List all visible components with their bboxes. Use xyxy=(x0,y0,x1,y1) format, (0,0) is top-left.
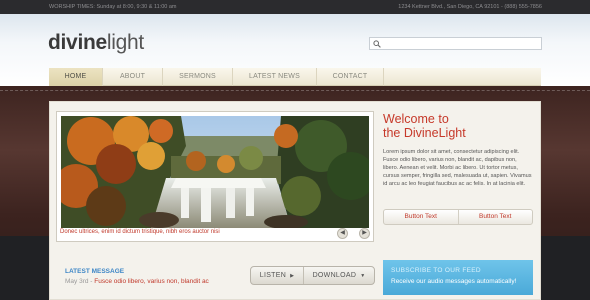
site-logo[interactable]: divinelight xyxy=(48,31,144,55)
welcome-button-1[interactable]: Button Text xyxy=(384,210,458,224)
audio-actions: LISTEN ▶ DOWNLOAD ▼ xyxy=(250,266,375,285)
download-button[interactable]: DOWNLOAD ▼ xyxy=(303,267,374,284)
latest-message-line: May 3rd - Fusce odio libero, varius non,… xyxy=(65,278,209,285)
slider-next-button[interactable]: ▶ xyxy=(359,228,370,239)
nav-latest-news[interactable]: LATEST NEWS xyxy=(233,68,317,86)
nav-home[interactable]: HOME xyxy=(49,68,103,86)
main-nav: HOME ABOUT SERMONS LATEST NEWS CONTACT xyxy=(49,68,541,86)
download-label: DOWNLOAD xyxy=(312,272,357,279)
latest-message-title: LATEST MESSAGE xyxy=(65,268,125,275)
listen-label: LISTEN xyxy=(259,272,287,279)
welcome-body: Lorem ipsum dolor sit amet, consectetur … xyxy=(383,149,532,188)
subscribe-subtitle: Receive our audio messages automatically… xyxy=(391,278,517,285)
listen-button[interactable]: LISTEN ▶ xyxy=(251,267,303,284)
chevron-down-icon: ▼ xyxy=(360,273,366,279)
chevron-right-icon: ▶ xyxy=(362,230,367,236)
logo-light-text: light xyxy=(106,31,144,54)
welcome-title-line2: the DivineLight xyxy=(383,126,466,140)
logo-bold-text: divine xyxy=(48,31,107,54)
welcome-button-group: Button Text Button Text xyxy=(383,209,533,225)
play-icon: ▶ xyxy=(290,273,295,279)
search-icon xyxy=(373,40,381,48)
latest-message-date: May 3rd - xyxy=(65,278,95,285)
welcome-title-line1: Welcome to xyxy=(383,112,449,126)
subscribe-feed-box[interactable]: SUBSCRIBE TO OUR FEED Receive our audio … xyxy=(383,260,533,295)
welcome-title: Welcome to the DivineLight xyxy=(383,112,533,140)
worship-times: WORSHIP TIMES: Sunday at 8:00, 9:30 & 11… xyxy=(49,4,177,10)
top-info-bar: WORSHIP TIMES: Sunday at 8:00, 9:30 & 11… xyxy=(0,0,590,14)
image-slider[interactable] xyxy=(56,111,374,242)
chevron-left-icon: ◀ xyxy=(340,230,345,236)
church-address: 1234 Kettner Blvd., San Diego, CA 92101 … xyxy=(398,4,542,10)
slider-caption: Donec ultrices, enim id dictum tristique… xyxy=(60,229,220,235)
nav-sermons[interactable]: SERMONS xyxy=(163,68,233,86)
slider-prev-button[interactable]: ◀ xyxy=(337,228,348,239)
welcome-button-2[interactable]: Button Text xyxy=(457,210,533,224)
nav-contact[interactable]: CONTACT xyxy=(317,68,384,86)
waterfall-photo xyxy=(61,116,369,228)
subscribe-title: SUBSCRIBE TO OUR FEED xyxy=(391,267,481,274)
search-input[interactable] xyxy=(369,37,542,50)
latest-message-link[interactable]: Fusce odio libero, varius non, blandit a… xyxy=(94,278,209,285)
nav-about[interactable]: ABOUT xyxy=(103,68,163,86)
